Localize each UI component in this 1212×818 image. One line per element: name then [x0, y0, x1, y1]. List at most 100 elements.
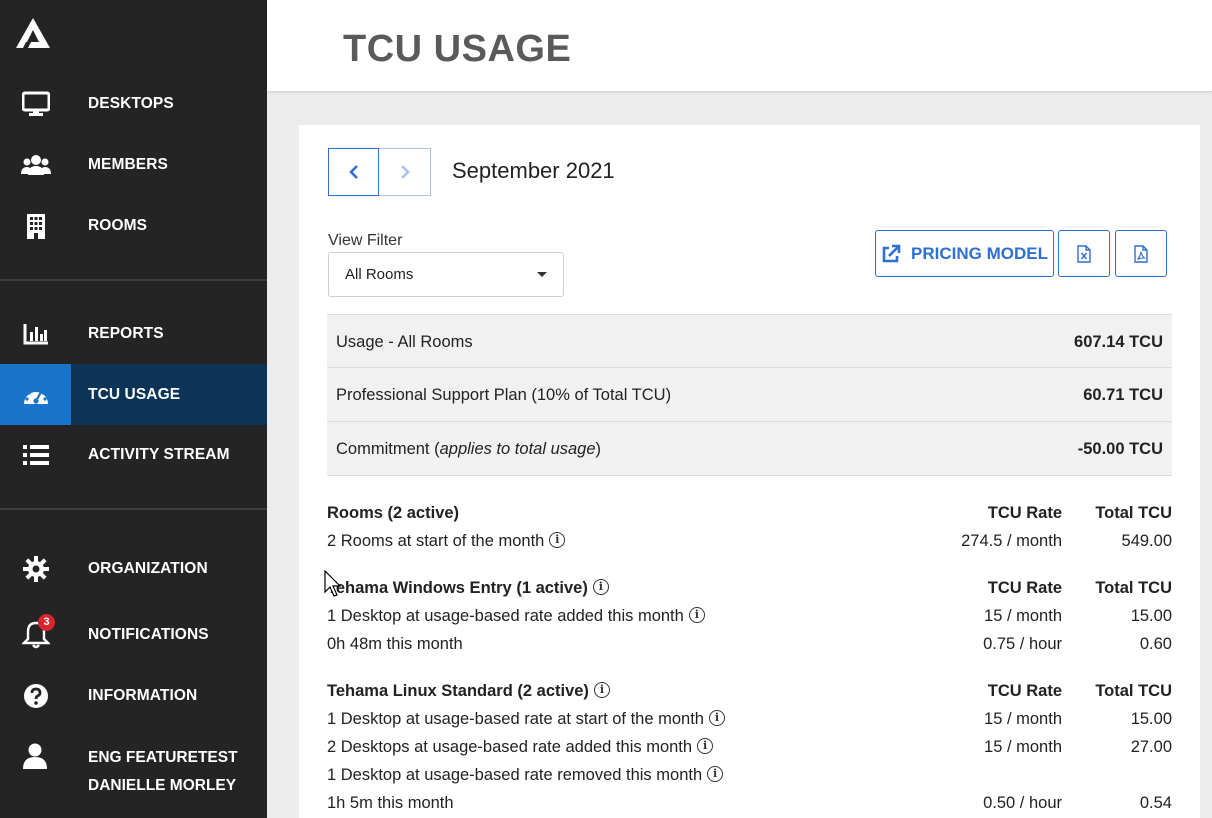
sidebar-item-information[interactable]: INFORMATION	[0, 665, 267, 726]
row-label: 2 Desktops at usage-based rate added thi…	[327, 738, 693, 756]
table-row: 2 Rooms at start of the month i 274.5 / m…	[327, 529, 1172, 557]
user-org-name: ENG FEATURETEST	[88, 749, 238, 766]
sidebar-item-rooms[interactable]: ROOMS	[0, 195, 267, 256]
chevron-left-icon	[348, 165, 358, 179]
external-link-icon	[882, 244, 901, 262]
sidebar-item-label: INFORMATION	[88, 687, 198, 704]
row-total: 27.00	[1130, 738, 1172, 756]
sidebar-item-label: DESKTOPS	[88, 95, 174, 112]
section-header: Rooms (2 active) TCU Rate Total TCU	[327, 501, 1172, 529]
rate-column-header: TCU Rate	[987, 504, 1062, 522]
row-total: 15.00	[1130, 710, 1172, 728]
chevron-right-icon	[400, 165, 410, 179]
gauge-icon	[0, 364, 71, 425]
summary-label: Professional Support Plan (10% of Total …	[336, 386, 672, 404]
sidebar-item-activity-stream[interactable]: ACTIVITY STREAM	[0, 424, 267, 485]
info-icon[interactable]: i	[707, 766, 724, 782]
sidebar-item-desktops[interactable]: DESKTOPS	[0, 73, 267, 134]
caret-down-icon	[537, 272, 547, 277]
notification-badge: 3	[38, 614, 55, 631]
info-icon[interactable]: i	[592, 579, 609, 595]
table-row: 0h 48m this month 0.75 / hour 0.60	[327, 632, 1172, 660]
building-icon	[0, 195, 71, 256]
sidebar-item-label: ORGANIZATION	[88, 560, 208, 577]
view-filter-label: View Filter	[328, 232, 403, 249]
row-label: 0h 48m this month	[327, 635, 463, 653]
linux-standard-section: Tehama Linux Standard (2 active) i TCU Ra…	[327, 679, 1172, 818]
commitment-label: Commitment (	[336, 440, 440, 458]
info-icon[interactable]: i	[688, 607, 705, 623]
sidebar-divider	[0, 508, 267, 510]
export-excel-button[interactable]	[1058, 230, 1110, 277]
month-navigation	[328, 148, 431, 196]
row-rate: 15 / month	[984, 738, 1062, 756]
row-total: 0.54	[1139, 794, 1172, 812]
user-full-name: DANIELLE MORLEY	[88, 777, 237, 794]
sidebar: DESKTOPS MEMBERS ROOMS REPORTS TCU USAGE…	[0, 0, 267, 818]
sidebar-item-notifications[interactable]: 3 NOTIFICATIONS	[0, 604, 267, 665]
previous-month-button[interactable]	[328, 148, 379, 196]
sidebar-item-label: ROOMS	[88, 217, 148, 234]
rate-column-header: TCU Rate	[987, 579, 1062, 597]
summary-label: Usage - All Rooms	[336, 333, 473, 351]
info-icon[interactable]: i	[549, 532, 566, 548]
table-row: 1 Desktop at usage-based rate removed th…	[327, 763, 1172, 791]
page-title: TCU USAGE	[343, 28, 572, 70]
summary-row-usage: Usage - All Rooms 607.14 TCU	[327, 314, 1172, 368]
pdf-file-icon	[1134, 244, 1148, 263]
help-icon	[0, 665, 71, 726]
sidebar-item-label: TCU USAGE	[88, 386, 181, 403]
row-rate: 0.75 / hour	[983, 635, 1062, 653]
row-total: 15.00	[1130, 607, 1172, 625]
total-column-header: Total TCU	[1095, 579, 1172, 597]
view-filter-select[interactable]: All Rooms	[328, 252, 564, 297]
excel-file-icon	[1077, 244, 1091, 263]
pricing-model-button[interactable]: PRICING MODEL	[875, 230, 1054, 277]
page-header: TCU USAGE	[267, 0, 1212, 92]
info-icon[interactable]: i	[697, 738, 714, 754]
summary-row-support-plan: Professional Support Plan (10% of Total …	[327, 368, 1172, 422]
section-title: Tehama Linux Standard (2 active)	[327, 682, 589, 700]
tehama-logo[interactable]	[14, 16, 52, 50]
export-pdf-button[interactable]	[1115, 230, 1167, 277]
sidebar-item-tcu-usage[interactable]: TCU USAGE	[0, 364, 267, 425]
sidebar-item-organization[interactable]: ORGANIZATION	[0, 538, 267, 599]
info-icon[interactable]: i	[708, 710, 725, 726]
row-rate: 274.5 / month	[961, 532, 1062, 550]
section-title: Tehama Windows Entry (1 active)	[327, 579, 588, 597]
section-header: Tehama Windows Entry (1 active) i TCU Rat…	[327, 576, 1172, 604]
gear-icon	[0, 538, 71, 599]
commitment-note: applies to total usage	[439, 440, 596, 458]
next-month-button[interactable]	[379, 148, 431, 196]
sidebar-item-reports[interactable]: REPORTS	[0, 303, 267, 364]
sidebar-divider	[0, 279, 267, 281]
table-row: 1h 5m this month 0.50 / hour 0.54	[327, 791, 1172, 818]
row-label: 2 Rooms at start of the month	[327, 532, 545, 550]
pricing-model-label: PRICING MODEL	[911, 243, 1048, 263]
monitor-icon	[0, 73, 71, 134]
row-rate: 0.50 / hour	[983, 794, 1062, 812]
current-month: September 2021	[452, 158, 615, 183]
bar-chart-icon	[0, 303, 71, 364]
info-icon[interactable]: i	[593, 682, 610, 698]
section-header: Tehama Linux Standard (2 active) i TCU Ra…	[327, 679, 1172, 707]
bell-icon	[0, 604, 71, 665]
row-label: 1 Desktop at usage-based rate removed th…	[327, 766, 703, 784]
usage-card: September 2021 View Filter All Rooms PRI…	[299, 125, 1200, 818]
sidebar-item-label: ACTIVITY STREAM	[88, 446, 230, 463]
users-icon	[0, 134, 71, 195]
row-label: 1 Desktop at usage-based rate at start o…	[327, 710, 704, 728]
summary-value: 607.14 TCU	[1074, 333, 1163, 351]
summary-value: 60.71 TCU	[1083, 386, 1163, 404]
sidebar-item-members[interactable]: MEMBERS	[0, 134, 267, 195]
row-label: 1 Desktop at usage-based rate added this…	[327, 607, 684, 625]
row-rate: 15 / month	[984, 607, 1062, 625]
summary-row-commitment: Commitment (applies to total usage) -50.…	[327, 422, 1172, 476]
total-column-header: Total TCU	[1095, 682, 1172, 700]
total-column-header: Total TCU	[1095, 504, 1172, 522]
user-icon	[23, 743, 47, 769]
commitment-label-end: )	[595, 440, 602, 458]
table-row: 1 Desktop at usage-based rate at start o…	[327, 707, 1172, 735]
section-title: Rooms (2 active)	[327, 504, 460, 522]
mouse-cursor-icon	[324, 570, 342, 597]
